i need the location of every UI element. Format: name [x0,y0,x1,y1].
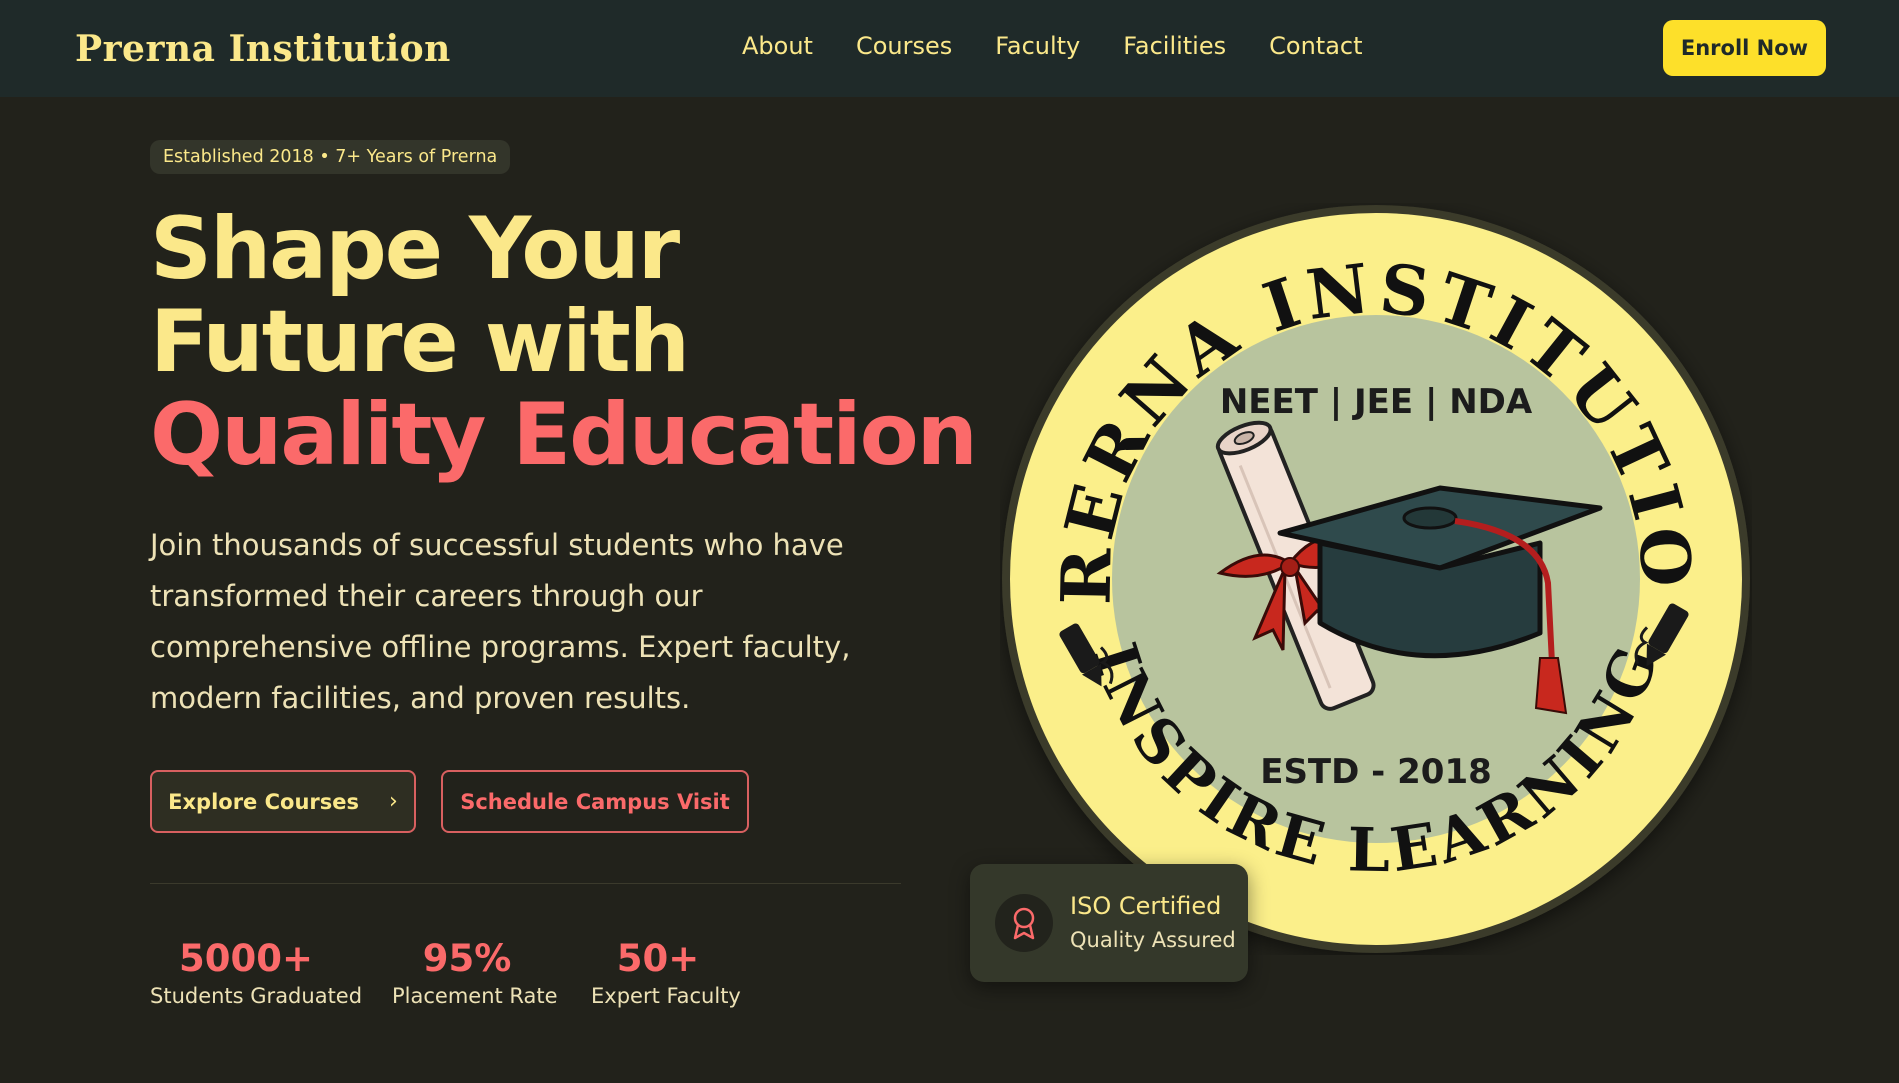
headline-line-2: Future with [150,292,690,392]
explore-courses-button[interactable]: Explore Courses › [150,770,416,833]
headline-accent: Quality Education [150,385,978,485]
brand-logo-text[interactable]: Prerna Institution [75,28,451,70]
hero-headline: Shape Your Future with Quality Education [150,203,978,485]
stat-faculty: 50+ Expert Faculty [591,937,741,1011]
stat-value: 50+ [616,937,700,980]
stat-label: Students Graduated [150,984,363,1008]
seal-estd-text: ESTD - 2018 [1260,752,1492,792]
top-navbar: Prerna Institution About Courses Faculty… [0,0,1899,97]
seal-exams-text: NEET | JEE | NDA [1220,382,1533,422]
nav-link-contact[interactable]: Contact [1269,32,1362,60]
nav-links: About Courses Faculty Facilities Contact [742,32,1363,60]
institution-seal-logo: PRERNA INSTITUTION INSPIRE LEARNING NEET… [966,140,1752,955]
established-badge: Established 2018 • 7+ Years of Prerna [150,140,511,174]
seal-svg: PRERNA INSTITUTION INSPIRE LEARNING NEET… [966,140,1750,953]
iso-title: ISO Certified [1070,892,1222,920]
iso-subtitle: Quality Assured [1070,928,1236,952]
stat-value: 5000+ [179,937,313,980]
nav-link-courses[interactable]: Courses [856,32,952,60]
explore-courses-label: Explore Courses [168,789,360,814]
stat-students: 5000+ Students Graduated [150,937,363,1011]
enroll-now-button[interactable]: Enroll Now [1663,20,1826,76]
nav-link-faculty[interactable]: Faculty [995,32,1080,60]
schedule-visit-button[interactable]: Schedule Campus Visit [441,770,749,833]
stat-label: Placement Rate [392,984,558,1008]
stat-placement: 95% Placement Rate [392,937,558,1011]
award-ribbon-icon [995,894,1053,952]
headline-line-1: Shape Your [150,199,680,299]
stat-label: Expert Faculty [591,984,741,1008]
nav-link-about[interactable]: About [742,32,813,60]
nav-link-facilities[interactable]: Facilities [1123,32,1226,60]
chevron-right-icon: › [389,789,398,814]
hero-description: Join thousands of successful students wh… [150,528,851,715]
iso-certified-card: ISO Certified Quality Assured [970,864,1248,982]
stats-divider [150,883,901,884]
stat-value: 95% [422,937,512,980]
